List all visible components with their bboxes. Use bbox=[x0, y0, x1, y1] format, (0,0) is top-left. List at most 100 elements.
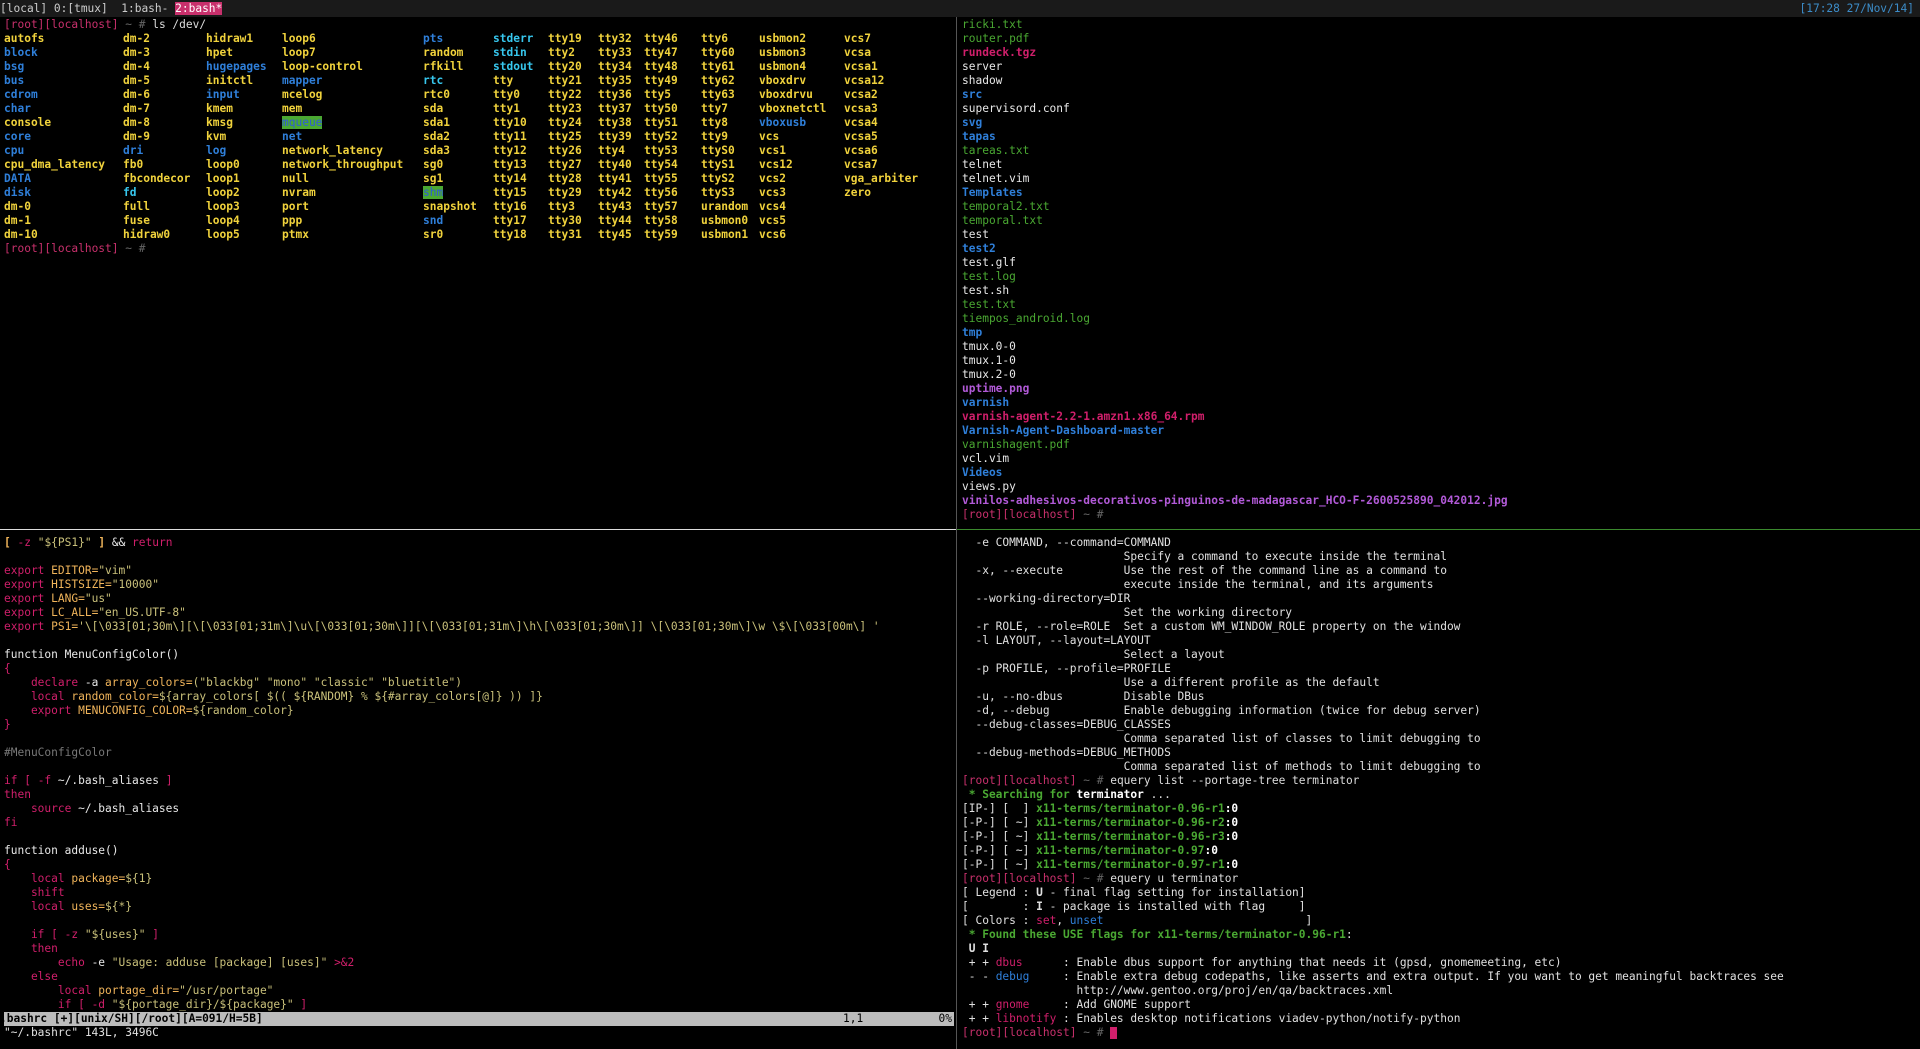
dev-entry: tty27 bbox=[548, 158, 582, 171]
dev-entry: loop5 bbox=[206, 228, 240, 241]
package-status: [-P-] [ ~] bbox=[962, 844, 1037, 857]
vim-status-position: 1,1 bbox=[843, 1012, 864, 1025]
vim-token: EDITOR= bbox=[51, 564, 99, 577]
dev-entry: tty2 bbox=[548, 46, 575, 59]
dev-entry: tty25 bbox=[548, 130, 582, 143]
dev-entry: tty59 bbox=[644, 228, 678, 241]
dev-entry: ttyS3 bbox=[701, 186, 735, 199]
dev-entry: input bbox=[206, 88, 240, 101]
dev-entry: usbmon1 bbox=[701, 228, 749, 241]
vim-editor-buffer[interactable]: [ -z "${PS1}" ] && return export EDITOR="… bbox=[4, 536, 954, 1012]
vim-token: } bbox=[4, 718, 11, 731]
dev-entry: tty17 bbox=[493, 214, 527, 227]
file-entry: tmux.0-0 bbox=[962, 340, 1016, 353]
pane-divider-right[interactable] bbox=[957, 529, 1920, 530]
dev-entry: kvm bbox=[206, 130, 227, 143]
ls-column: autofs block bsg bus cdrom char console core cpu… bbox=[4, 32, 105, 242]
dev-entry: dm-0 bbox=[4, 200, 31, 213]
vim-token: '\[\033[01;30m\][\[\033[01;31m\]\u\[\033… bbox=[78, 620, 880, 633]
dev-entry: vcsa6 bbox=[844, 144, 878, 157]
file-entry: rundeck.tgz bbox=[962, 46, 1037, 59]
vim-line: export PS1='\[\033[01;30m\][\[\033[01;31… bbox=[4, 620, 954, 634]
vim-line: declare -a array_colors=("blackbg" "mono… bbox=[4, 676, 954, 690]
vim-token: if bbox=[4, 998, 79, 1011]
dev-entry: dm-8 bbox=[123, 116, 150, 129]
vim-status-file: .bashrc [+][unix/SH][/root][A=091/H=5B] bbox=[4, 1012, 263, 1025]
dev-entry: vga_arbiter bbox=[844, 172, 919, 185]
dev-entry: vcs2 bbox=[759, 172, 786, 185]
package-line: [-P-] [ ~] x11-terms/terminator-0.96-r2:… bbox=[962, 816, 1918, 830]
dev-entry: sda2 bbox=[423, 130, 450, 143]
dev-entry: net bbox=[282, 130, 303, 143]
vim-token: adduse() bbox=[64, 844, 119, 857]
pane-divider-left[interactable] bbox=[0, 529, 956, 530]
vim-line: [ -z "${PS1}" ] && return bbox=[4, 536, 954, 550]
ls-column: stderr stdin stdout tty tty0 tty1 tty10 tty11 tt… bbox=[493, 32, 533, 242]
dev-entry: tty53 bbox=[644, 144, 678, 157]
dev-entry: vcsa7 bbox=[844, 158, 878, 171]
vim-line bbox=[4, 760, 954, 774]
help-line: Comma separated list of classes to limit… bbox=[962, 732, 1481, 745]
vim-token: #MenuConfigColor bbox=[4, 746, 112, 759]
dev-entry: loop1 bbox=[206, 172, 240, 185]
dev-entry: mcelog bbox=[282, 88, 323, 101]
vim-token: [ -f bbox=[24, 774, 58, 787]
colors-label: [ Colors : bbox=[962, 914, 1037, 927]
file-entry: tmux.1-0 bbox=[962, 354, 1016, 367]
terminal-cursor[interactable] bbox=[1110, 1027, 1118, 1039]
tmux-status-bar: [local] 0:[tmux] 1:bash- 2:bash* [17:28 2… bbox=[0, 0, 1920, 17]
dev-entry: loop6 bbox=[282, 32, 316, 45]
tmux-current-window[interactable]: 2:bash* bbox=[175, 2, 223, 15]
dev-entry: loop4 bbox=[206, 214, 240, 227]
vim-token: [ -z bbox=[51, 928, 85, 941]
help-line: Comma separated list of methods to limit… bbox=[962, 760, 1481, 773]
vim-line: export MENUCONFIG_COLOR=${random_color} bbox=[4, 704, 954, 718]
prompt-path: ~ # bbox=[1076, 508, 1111, 521]
dev-entry: tty55 bbox=[644, 172, 678, 185]
dev-entry: tty60 bbox=[701, 46, 735, 59]
vim-token: ${1} bbox=[125, 872, 153, 885]
dev-entry: tty4 bbox=[598, 144, 625, 157]
terminal-pane-top-left[interactable]: [root][localhost] ~ # ls /dev/ autofs blo… bbox=[4, 18, 954, 528]
colors-sep: , bbox=[1056, 914, 1070, 927]
dev-entry: tty18 bbox=[493, 228, 527, 241]
dev-entry: fuse bbox=[123, 214, 150, 227]
terminal-pane-bottom-right[interactable]: -e COMMAND, --command=COMMAND Specify a … bbox=[962, 536, 1918, 1047]
vim-line: function MenuConfigColor() bbox=[4, 648, 954, 662]
found-flags-line: * Found these USE flags for x11-terms/te… bbox=[962, 928, 1918, 942]
terminal-pane-top-right[interactable]: ricki.txt router.pdf rundeck.tgz server shad… bbox=[962, 18, 1918, 528]
dev-entry: tty43 bbox=[598, 200, 632, 213]
package-slot: :0 bbox=[1224, 858, 1239, 871]
file-entry: test2 bbox=[962, 242, 996, 255]
pane-divider-vertical[interactable] bbox=[956, 17, 957, 1049]
dev-entry: tty56 bbox=[644, 186, 678, 199]
file-entry: tiempos_android.log bbox=[962, 312, 1090, 325]
prompt-line: [root][localhost] ~ # equery list --port… bbox=[962, 774, 1918, 788]
vim-line: local random_color=${array_colors[ $(( $… bbox=[4, 690, 954, 704]
vim-line: export LANG="us" bbox=[4, 592, 954, 606]
vim-token: else bbox=[4, 970, 58, 983]
vim-token: { bbox=[4, 662, 11, 675]
prompt-host: [localhost] bbox=[1002, 774, 1077, 787]
package-status: [-P-] [ ~] bbox=[962, 858, 1037, 871]
help-line: -d, --debug Enable debugging information… bbox=[962, 704, 1481, 717]
dev-entry: mqueue bbox=[282, 116, 323, 129]
flag-name: gnome bbox=[995, 998, 1030, 1011]
vim-token: random_color= bbox=[71, 690, 159, 703]
dev-entry: rfkill bbox=[423, 60, 464, 73]
tmux-window-list[interactable]: [local] 0:[tmux] 1:bash- bbox=[0, 2, 175, 15]
dev-entry: tty16 bbox=[493, 200, 527, 213]
vim-token: ~/.bash_aliases bbox=[78, 802, 180, 815]
vim-cmdline: "~/.bashrc" 143L, 3496C bbox=[4, 1026, 159, 1039]
searching-label: * Searching for bbox=[962, 788, 1077, 801]
vim-token: [ bbox=[4, 536, 11, 549]
file-entry: temporal2.txt bbox=[962, 200, 1050, 213]
searching-ellipsis: ... bbox=[1143, 788, 1171, 801]
vim-line: if [ -f ~/.bash_aliases ] bbox=[4, 774, 954, 788]
vim-token: "${portage_dir}/${package}" bbox=[111, 998, 294, 1011]
colors-set: set bbox=[1036, 914, 1057, 927]
vim-pane[interactable]: [ -z "${PS1}" ] && return export EDITOR="… bbox=[4, 536, 954, 1047]
vim-token: -z bbox=[10, 536, 38, 549]
dev-entry: loop7 bbox=[282, 46, 316, 59]
dev-entry: bsg bbox=[4, 60, 25, 73]
